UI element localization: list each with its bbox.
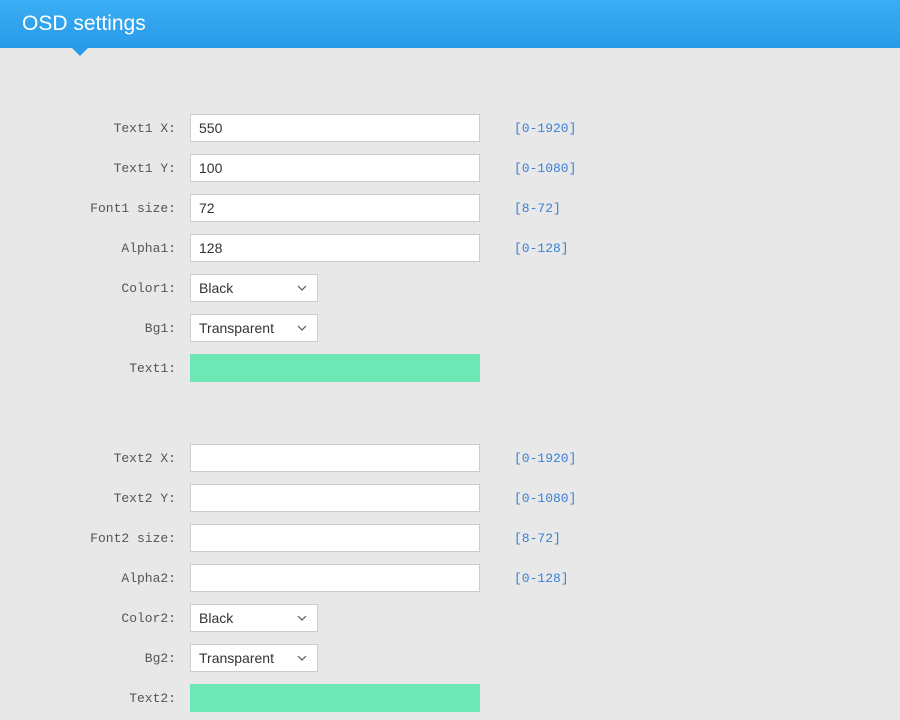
select-bg1[interactable]: Transparent	[190, 314, 318, 342]
hint-text2-x: [0-1920]	[514, 451, 576, 466]
hint-alpha2: [0-128]	[514, 571, 569, 586]
input-text1-y[interactable]	[190, 154, 480, 182]
label-font2-size: Font2 size:	[0, 531, 190, 546]
row-bg2: Bg2: Transparent	[0, 638, 900, 678]
row-text1: Text1:	[0, 348, 900, 388]
select-color1-value: Black	[199, 280, 233, 296]
input-alpha2[interactable]	[190, 564, 480, 592]
header-pointer-icon	[72, 48, 88, 56]
label-color2: Color2:	[0, 611, 190, 626]
input-text2-y[interactable]	[190, 484, 480, 512]
input-text1-x[interactable]	[190, 114, 480, 142]
label-color1: Color1:	[0, 281, 190, 296]
page-title: OSD settings	[22, 12, 146, 36]
label-alpha2: Alpha2:	[0, 571, 190, 586]
label-alpha1: Alpha1:	[0, 241, 190, 256]
hint-text1-x: [0-1920]	[514, 121, 576, 136]
row-color1: Color1: Black	[0, 268, 900, 308]
row-alpha1: Alpha1: [0-128]	[0, 228, 900, 268]
row-text2-x: Text2 X: [0-1920]	[0, 438, 900, 478]
label-text2: Text2:	[0, 691, 190, 706]
hint-alpha1: [0-128]	[514, 241, 569, 256]
page-header: OSD settings	[0, 0, 900, 48]
input-alpha1[interactable]	[190, 234, 480, 262]
input-font2-size[interactable]	[190, 524, 480, 552]
select-color2[interactable]: Black	[190, 604, 318, 632]
hint-font2-size: [8-72]	[514, 531, 561, 546]
label-bg2: Bg2:	[0, 651, 190, 666]
swatch-text1[interactable]	[190, 354, 480, 382]
row-text2-y: Text2 Y: [0-1080]	[0, 478, 900, 518]
form-content: Text1 X: [0-1920] Text1 Y: [0-1080] Font…	[0, 48, 900, 718]
label-text1-y: Text1 Y:	[0, 161, 190, 176]
label-text2-x: Text2 X:	[0, 451, 190, 466]
row-font1-size: Font1 size: [8-72]	[0, 188, 900, 228]
input-text2-x[interactable]	[190, 444, 480, 472]
swatch-text2[interactable]	[190, 684, 480, 712]
row-color2: Color2: Black	[0, 598, 900, 638]
hint-text1-y: [0-1080]	[514, 161, 576, 176]
row-text2: Text2:	[0, 678, 900, 718]
label-text1: Text1:	[0, 361, 190, 376]
hint-font1-size: [8-72]	[514, 201, 561, 216]
select-bg2-value: Transparent	[199, 650, 274, 666]
select-bg2[interactable]: Transparent	[190, 644, 318, 672]
group-separator	[0, 388, 900, 438]
hint-text2-y: [0-1080]	[514, 491, 576, 506]
select-color2-value: Black	[199, 610, 233, 626]
row-text1-x: Text1 X: [0-1920]	[0, 108, 900, 148]
label-bg1: Bg1:	[0, 321, 190, 336]
row-font2-size: Font2 size: [8-72]	[0, 518, 900, 558]
label-text1-x: Text1 X:	[0, 121, 190, 136]
select-color1[interactable]: Black	[190, 274, 318, 302]
input-font1-size[interactable]	[190, 194, 480, 222]
row-alpha2: Alpha2: [0-128]	[0, 558, 900, 598]
row-text1-y: Text1 Y: [0-1080]	[0, 148, 900, 188]
row-bg1: Bg1: Transparent	[0, 308, 900, 348]
select-bg1-value: Transparent	[199, 320, 274, 336]
label-text2-y: Text2 Y:	[0, 491, 190, 506]
label-font1-size: Font1 size:	[0, 201, 190, 216]
